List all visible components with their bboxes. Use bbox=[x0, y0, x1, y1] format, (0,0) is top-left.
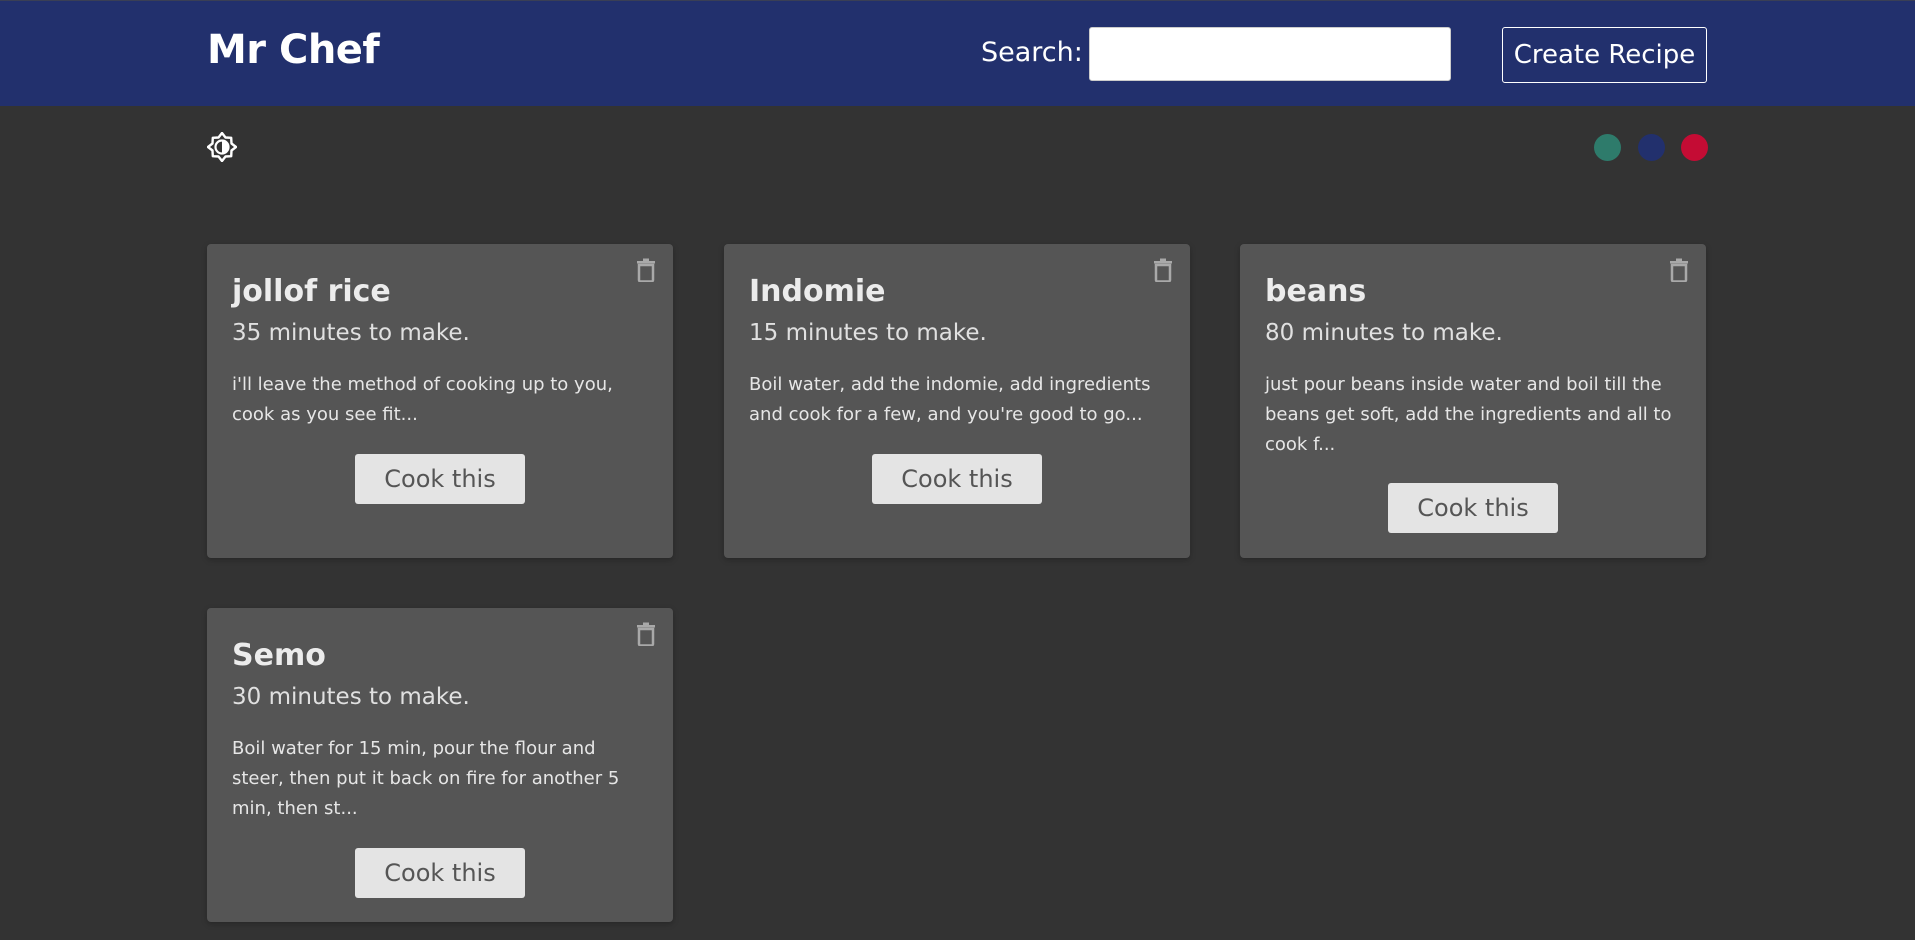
trash-icon[interactable] bbox=[1153, 258, 1173, 283]
recipe-description: i'll leave the method of cooking up to y… bbox=[232, 374, 613, 425]
cook-this-button[interactable]: Cook this bbox=[355, 848, 525, 898]
recipe-description: just pour beans inside water and boil ti… bbox=[1265, 374, 1672, 455]
create-recipe-button[interactable]: Create Recipe bbox=[1502, 27, 1707, 83]
recipe-time: 80 minutes to make. bbox=[1265, 320, 1503, 346]
recipe-description: Boil water, add the indomie, add ingredi… bbox=[749, 374, 1151, 425]
search-input[interactable] bbox=[1089, 27, 1451, 81]
brand-logo[interactable]: Mr Chef bbox=[207, 27, 380, 73]
navbar: Mr Chef Search: Create Recipe bbox=[0, 0, 1915, 106]
recipe-title[interactable]: jollof rice bbox=[232, 274, 391, 309]
brightness-toggle-icon[interactable] bbox=[206, 131, 238, 163]
recipe-title[interactable]: Semo bbox=[232, 638, 326, 673]
recipe-time: 15 minutes to make. bbox=[749, 320, 987, 346]
trash-icon[interactable] bbox=[1669, 258, 1689, 283]
recipe-time: 35 minutes to make. bbox=[232, 320, 470, 346]
cook-this-button[interactable]: Cook this bbox=[1388, 483, 1558, 533]
recipe-title[interactable]: beans bbox=[1265, 274, 1366, 309]
recipe-card: beans 80 minutes to make. just pour bean… bbox=[1240, 244, 1706, 558]
theme-color-crimson[interactable] bbox=[1681, 134, 1708, 161]
cook-this-button[interactable]: Cook this bbox=[355, 454, 525, 504]
trash-icon[interactable] bbox=[636, 258, 656, 283]
theme-color-navy[interactable] bbox=[1638, 134, 1665, 161]
recipe-card: jollof rice 35 minutes to make. i'll lea… bbox=[207, 244, 673, 558]
trash-icon[interactable] bbox=[636, 622, 656, 647]
recipe-title[interactable]: Indomie bbox=[749, 274, 886, 309]
cook-this-button[interactable]: Cook this bbox=[872, 454, 1042, 504]
recipe-card: Semo 30 minutes to make. Boil water for … bbox=[207, 608, 673, 922]
recipe-description: Boil water for 15 min, pour the flour an… bbox=[232, 738, 620, 819]
recipe-card: Indomie 15 minutes to make. Boil water, … bbox=[724, 244, 1190, 558]
theme-color-teal[interactable] bbox=[1594, 134, 1621, 161]
search-label: Search: bbox=[981, 37, 1083, 68]
recipe-time: 30 minutes to make. bbox=[232, 684, 470, 710]
